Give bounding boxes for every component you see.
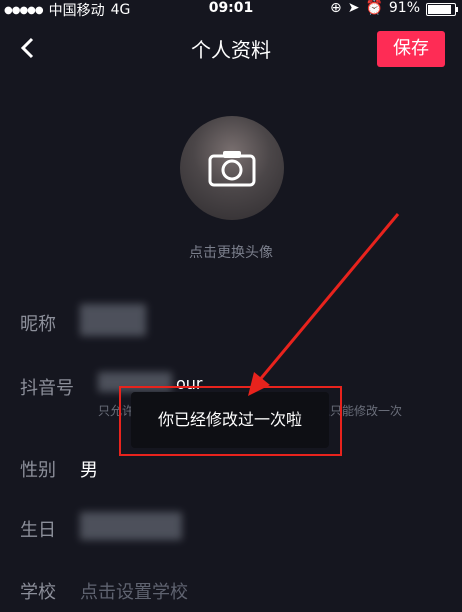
battery-percent: 91% bbox=[388, 0, 420, 16]
battery-fill bbox=[428, 4, 451, 14]
annotation-highlight-box bbox=[119, 386, 342, 456]
status-bar: ●●●●● 中国移动 4G 09:01 ⊕ ➤ ⏰ 91% bbox=[0, 0, 462, 19]
rotation-lock-icon: ⊕ bbox=[329, 0, 342, 16]
birthday-value-blurred[interactable] bbox=[80, 512, 182, 540]
alarm-icon: ⏰ bbox=[365, 0, 383, 16]
birthday-label: 生日 bbox=[20, 520, 56, 541]
change-avatar-label[interactable]: 点击更换头像 bbox=[0, 242, 462, 262]
gender-label: 性别 bbox=[20, 460, 56, 481]
battery-icon bbox=[426, 2, 458, 16]
nickname-value-blurred[interactable] bbox=[80, 304, 146, 336]
battery-tip bbox=[456, 6, 458, 12]
location-icon: ➤ bbox=[347, 0, 360, 16]
douyin-id-label: 抖音号 bbox=[20, 378, 74, 399]
gender-value[interactable]: 男 bbox=[80, 456, 98, 482]
nav-bar: 个人资料 保存 bbox=[0, 24, 462, 72]
camera-icon bbox=[208, 151, 256, 187]
avatar[interactable] bbox=[180, 116, 284, 220]
annotation-arrow bbox=[248, 213, 400, 396]
school-label: 学校 bbox=[20, 582, 56, 603]
nickname-label: 昵称 bbox=[20, 314, 56, 335]
save-button[interactable]: 保存 bbox=[377, 31, 445, 67]
school-placeholder[interactable]: 点击设置学校 bbox=[80, 578, 188, 604]
status-right: ⊕ ➤ ⏰ 91% bbox=[329, 0, 458, 16]
